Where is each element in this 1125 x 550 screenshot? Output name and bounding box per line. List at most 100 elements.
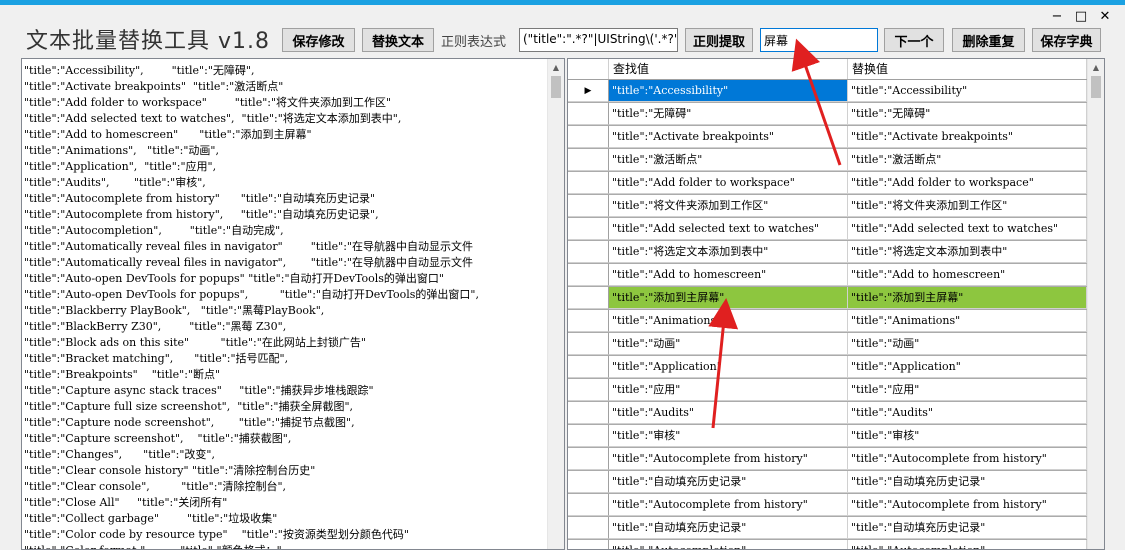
- scroll-thumb[interactable]: [551, 76, 561, 98]
- replace-cell[interactable]: "title":"Add to homescreen": [848, 264, 1087, 286]
- grid-row[interactable]: "title":"将选定文本添加到表中" "title":"将选定文本添加到表中": [568, 241, 1087, 264]
- find-cell[interactable]: "title":"激活断点": [609, 149, 848, 171]
- next-button[interactable]: 下一个: [884, 28, 944, 52]
- find-cell[interactable]: "title":"Animations": [609, 310, 848, 332]
- grid-row[interactable]: "title":"审核" "title":"审核": [568, 425, 1087, 448]
- find-cell[interactable]: "title":"将文件夹添加到工作区": [609, 195, 848, 217]
- row-header[interactable]: [568, 356, 609, 378]
- grid-row[interactable]: "title":"Add selected text to watches" "t…: [568, 218, 1087, 241]
- scroll-up-icon[interactable]: ▲: [548, 59, 564, 76]
- replace-cell[interactable]: "title":"审核": [848, 425, 1087, 447]
- grid-row[interactable]: ▶ "title":"Accessibility" "title":"Accessi…: [568, 80, 1087, 103]
- replace-cell[interactable]: "title":"Autocomplete from history": [848, 494, 1087, 516]
- grid-row[interactable]: "title":"无障碍" "title":"无障碍": [568, 103, 1087, 126]
- replace-cell[interactable]: "title":"无障碍": [848, 103, 1087, 125]
- grid-scroll-up-icon[interactable]: ▲: [1088, 59, 1104, 76]
- find-cell[interactable]: "title":"Autocompletion": [609, 540, 848, 549]
- row-header[interactable]: [568, 517, 609, 539]
- replace-cell[interactable]: "title":"将选定文本添加到表中": [848, 241, 1087, 263]
- find-cell[interactable]: "title":"Add selected text to watches": [609, 218, 848, 240]
- replace-cell[interactable]: "title":"Animations": [848, 310, 1087, 332]
- row-header[interactable]: [568, 540, 609, 549]
- row-header[interactable]: [568, 448, 609, 470]
- regex-input[interactable]: ("title":".*?"|UIString\('.*?'\)): [519, 28, 678, 52]
- replace-cell[interactable]: "title":"Activate breakpoints": [848, 126, 1087, 148]
- grid-row[interactable]: "title":"激活断点" "title":"激活断点": [568, 149, 1087, 172]
- search-input[interactable]: 屏幕: [760, 28, 878, 52]
- grid-row[interactable]: "title":"Autocomplete from history" "titl…: [568, 494, 1087, 517]
- find-cell[interactable]: "title":"Application": [609, 356, 848, 378]
- row-header[interactable]: [568, 310, 609, 332]
- find-cell[interactable]: "title":"Add folder to workspace": [609, 172, 848, 194]
- grid-row[interactable]: "title":"Add folder to workspace" "title"…: [568, 172, 1087, 195]
- row-header[interactable]: [568, 379, 609, 401]
- grid-row[interactable]: "title":"Autocomplete from history" "titl…: [568, 448, 1087, 471]
- grid-row[interactable]: "title":"将文件夹添加到工作区" "title":"将文件夹添加到工作区": [568, 195, 1087, 218]
- grid-row[interactable]: "title":"动画" "title":"动画": [568, 333, 1087, 356]
- find-cell[interactable]: "title":"Audits": [609, 402, 848, 424]
- grid-row[interactable]: "title":"Autocompletion""title":"Autocom…: [568, 540, 1087, 549]
- find-cell[interactable]: "title":"审核": [609, 425, 848, 447]
- grid-row[interactable]: "title":"Audits" "title":"Audits": [568, 402, 1087, 425]
- find-cell[interactable]: "title":"Autocomplete from history": [609, 448, 848, 470]
- source-text-area[interactable]: "title":"Accessibility", "title":"无障碍", "…: [21, 58, 565, 550]
- replace-cell[interactable]: "title":"Accessibility": [848, 80, 1087, 102]
- find-cell[interactable]: "title":"Add to homescreen": [609, 264, 848, 286]
- grid-row[interactable]: "title":"Add to homescreen" "title":"Add …: [568, 264, 1087, 287]
- row-header[interactable]: [568, 149, 609, 171]
- find-cell[interactable]: "title":"Accessibility": [609, 80, 848, 102]
- row-header[interactable]: [568, 195, 609, 217]
- find-cell[interactable]: "title":"动画": [609, 333, 848, 355]
- row-header[interactable]: [568, 402, 609, 424]
- row-header[interactable]: [568, 494, 609, 516]
- grid-row[interactable]: "title":"应用" "title":"应用": [568, 379, 1087, 402]
- find-cell[interactable]: "title":"将选定文本添加到表中": [609, 241, 848, 263]
- replace-cell[interactable]: "title":"Add selected text to watches": [848, 218, 1087, 240]
- row-header[interactable]: ▶: [568, 80, 609, 102]
- find-cell[interactable]: "title":"添加到主屏幕": [609, 287, 848, 309]
- row-header[interactable]: [568, 264, 609, 286]
- find-cell[interactable]: "title":"无障碍": [609, 103, 848, 125]
- grid-row[interactable]: "title":"Application" "title":"Applicatio…: [568, 356, 1087, 379]
- left-scrollbar[interactable]: ▲: [547, 59, 564, 549]
- find-cell[interactable]: "title":"应用": [609, 379, 848, 401]
- col-header-find[interactable]: 查找值: [609, 59, 848, 79]
- replace-cell[interactable]: "title":"将文件夹添加到工作区": [848, 195, 1087, 217]
- grid-scroll-thumb[interactable]: [1091, 76, 1101, 98]
- close-icon[interactable]: ✕: [1093, 7, 1117, 25]
- replace-cell[interactable]: "title":"添加到主屏幕": [848, 287, 1087, 309]
- grid-row[interactable]: "title":"自动填充历史记录" "title":"自动填充历史记录": [568, 517, 1087, 540]
- replace-cell[interactable]: "title":"激活断点": [848, 149, 1087, 171]
- row-header[interactable]: [568, 218, 609, 240]
- row-header[interactable]: [568, 333, 609, 355]
- find-cell[interactable]: "title":"自动填充历史记录": [609, 471, 848, 493]
- replace-cell[interactable]: "title":"Autocomplete from history": [848, 448, 1087, 470]
- save-dict-button[interactable]: 保存字典: [1032, 28, 1101, 52]
- grid-row[interactable]: "title":"自动填充历史记录" "title":"自动填充历史记录": [568, 471, 1087, 494]
- row-header[interactable]: [568, 425, 609, 447]
- replace-cell[interactable]: "title":"自动填充历史记录": [848, 471, 1087, 493]
- replace-text-button[interactable]: 替换文本: [362, 28, 434, 52]
- replace-cell[interactable]: "title":"自动填充历史记录": [848, 517, 1087, 539]
- save-changes-button[interactable]: 保存修改: [282, 28, 355, 52]
- grid-row[interactable]: "title":"添加到主屏幕" "title":"添加到主屏幕": [568, 287, 1087, 310]
- replace-cell[interactable]: "title":"动画": [848, 333, 1087, 355]
- grid-row[interactable]: "title":"Animations" "title":"Animations": [568, 310, 1087, 333]
- row-header[interactable]: [568, 126, 609, 148]
- row-header[interactable]: [568, 287, 609, 309]
- replace-cell[interactable]: "title":"Audits": [848, 402, 1087, 424]
- grid-row[interactable]: "title":"Activate breakpoints" "title":"A…: [568, 126, 1087, 149]
- grid-scrollbar[interactable]: ▲: [1087, 59, 1104, 549]
- replace-cell[interactable]: "title":"Autocompletion": [848, 540, 1087, 549]
- replace-cell[interactable]: "title":"Application": [848, 356, 1087, 378]
- row-header[interactable]: [568, 103, 609, 125]
- find-cell[interactable]: "title":"Autocomplete from history": [609, 494, 848, 516]
- col-header-replace[interactable]: 替换值: [848, 59, 1087, 79]
- dedupe-button[interactable]: 删除重复: [952, 28, 1025, 52]
- row-header[interactable]: [568, 241, 609, 263]
- maximize-icon[interactable]: □: [1069, 7, 1093, 25]
- minimize-icon[interactable]: −: [1045, 7, 1069, 25]
- replace-cell[interactable]: "title":"应用": [848, 379, 1087, 401]
- find-cell[interactable]: "title":"自动填充历史记录": [609, 517, 848, 539]
- replace-cell[interactable]: "title":"Add folder to workspace": [848, 172, 1087, 194]
